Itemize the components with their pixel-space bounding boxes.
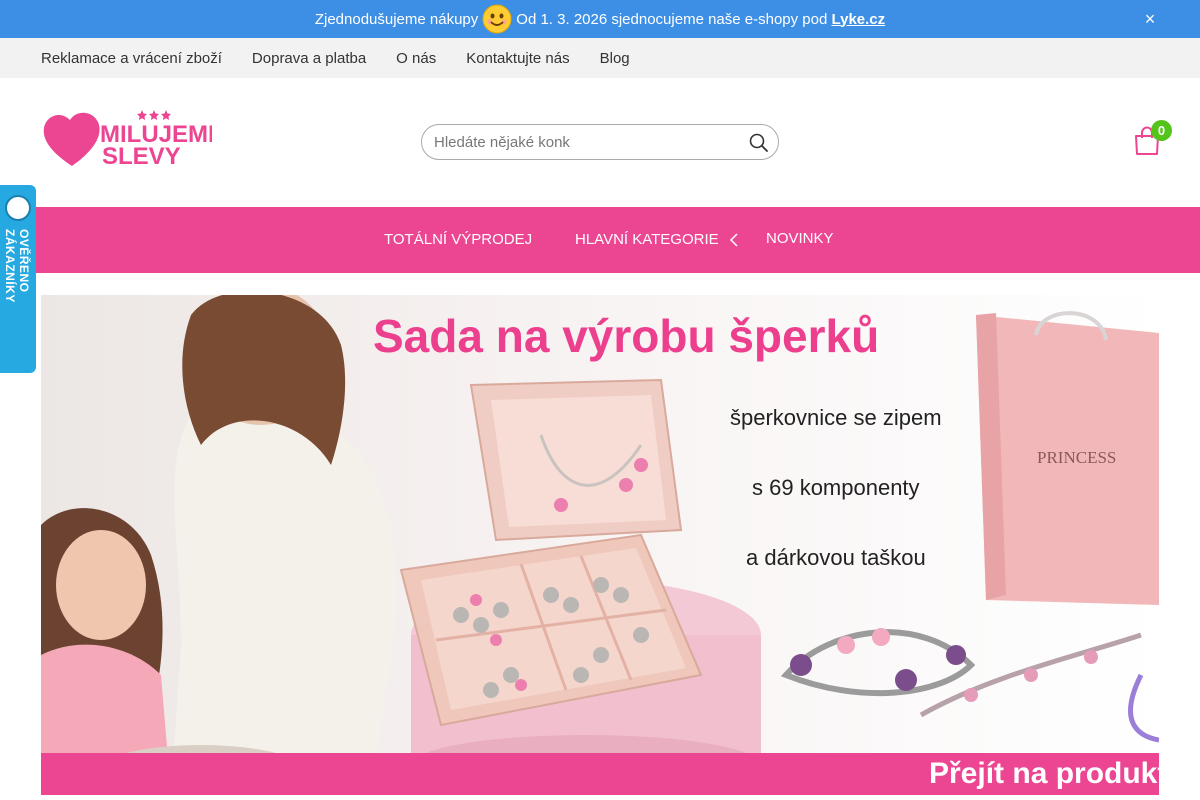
lyke-link[interactable]: Lyke.cz [832, 11, 886, 28]
nav-item-clearance[interactable]: TOTÁLNÍ VÝPRODEJ [384, 207, 532, 273]
nav-item-main-categories[interactable]: HLAVNÍ KATEGORIE [575, 207, 719, 273]
search-icon[interactable] [748, 132, 770, 154]
verified-label: OVĚŘENO ZÁKAZNÍKY [3, 229, 31, 303]
close-announcement-icon[interactable]: × [1140, 9, 1160, 29]
topnav-item-returns[interactable]: Reklamace a vrácení zboží [41, 50, 222, 67]
banner-cta-bar[interactable]: Přejít na produkt [41, 753, 1159, 795]
chevron-left-icon[interactable] [728, 232, 740, 248]
banner-feature-3: a dárkovou taškou [746, 545, 926, 570]
main-navigation: TOTÁLNÍ VÝPRODEJ HLAVNÍ KATEGORIE NOVINK… [0, 207, 1200, 273]
hero-banner[interactable]: PRINCESS Sada na výrobu šperků šperkovni… [41, 295, 1159, 795]
banner-cta-label: Přejít na produkt [929, 757, 1159, 790]
search-box [421, 124, 779, 160]
logo-text-line2: SLEVY [102, 143, 181, 168]
top-navigation: Reklamace a vrácení zboží Doprava a plat… [0, 38, 1200, 78]
topnav-item-about[interactable]: O nás [396, 50, 436, 67]
topnav-item-contact[interactable]: Kontaktujte nás [466, 50, 569, 67]
banner-feature-1: šperkovnice se zipem [730, 405, 942, 430]
banner-illustration: PRINCESS [41, 295, 1159, 795]
banner-feature-2: s 69 komponenty [752, 475, 920, 500]
site-logo[interactable]: MILUJEME SLEVY [42, 108, 212, 168]
bag-brand-label: PRINCESS [1037, 448, 1116, 467]
announcement-text: Zjednodušujeme nákupy [314, 10, 479, 28]
search-input[interactable] [434, 125, 734, 159]
nav-item-new[interactable]: NOVINKY [766, 206, 834, 272]
verified-seal-icon [5, 195, 31, 221]
announcement-bar: Zjednodušujeme nákupy Od 1. 3. 2026 sjed… [0, 0, 1200, 38]
topnav-item-shipping[interactable]: Doprava a platba [252, 50, 366, 67]
topnav-item-blog[interactable]: Blog [600, 50, 630, 67]
announcement-text-date: Od 1. 3. 2026 sjednocujeme naše e-shopy … [516, 10, 828, 28]
smile-emoji-icon [482, 4, 512, 34]
cart-count-badge: 0 [1151, 120, 1172, 141]
site-header: MILUJEME SLEVY 0 [0, 78, 1200, 207]
banner-title: Sada na výrobu šperků [373, 310, 880, 362]
verified-by-customers-tab[interactable]: OVĚŘENO ZÁKAZNÍKY [0, 185, 36, 373]
